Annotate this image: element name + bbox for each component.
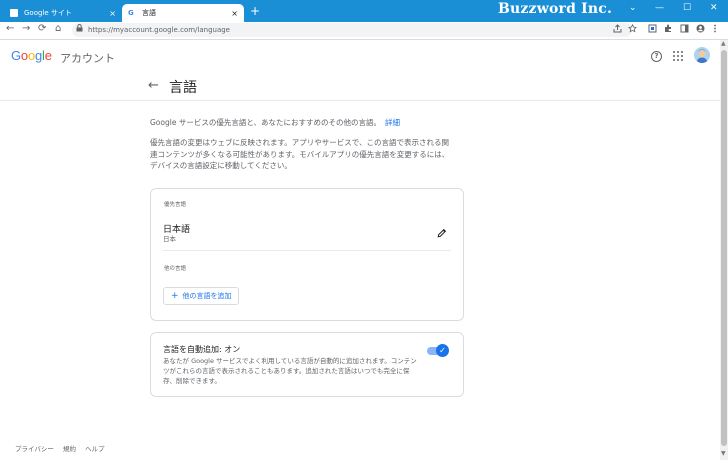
tab-language[interactable]: G 言語 × — [122, 4, 244, 22]
divider — [163, 250, 451, 251]
window-titlebar: Google サイト × G 言語 × + Buzzword Inc. ⌄ — … — [0, 0, 728, 22]
url-text: https://myaccount.google.com/language — [88, 26, 230, 34]
add-language-label: 他の言語を追加 — [182, 292, 232, 300]
star-icon[interactable] — [628, 23, 637, 36]
address-bar[interactable]: https://myaccount.google.com/language — [72, 23, 632, 37]
tab-close-icon[interactable]: × — [109, 9, 116, 18]
description-text: 優先言語の変更はウェブに反映されます。アプリやサービスで、この言語で表示される関… — [150, 138, 450, 170]
tab-close-icon[interactable]: × — [231, 9, 238, 18]
tab-search-chevron-icon[interactable]: ⌄ — [629, 3, 637, 13]
back-arrow-icon[interactable]: ← — [148, 78, 159, 93]
check-icon: ✓ — [436, 344, 449, 357]
logo-letter: e — [44, 48, 52, 63]
lock-icon — [76, 23, 83, 37]
plus-icon: + — [171, 291, 179, 301]
preferred-language-region: 日本 — [163, 235, 176, 243]
intro-text: Google サービスの優先言語と、あなたにおすすめのその他の言語。 詳細 — [150, 117, 450, 129]
close-window-button[interactable]: ✕ — [710, 3, 718, 13]
google-favicon-icon: G — [128, 9, 134, 17]
watermark-brand: Buzzword Inc. — [498, 1, 613, 17]
scroll-up-icon[interactable]: ▲ — [721, 40, 726, 47]
tab-title: 言語 — [142, 9, 156, 17]
help-icon[interactable]: ? — [651, 51, 662, 62]
apps-grid-icon[interactable] — [673, 51, 683, 61]
new-tab-button[interactable]: + — [250, 4, 260, 18]
minimize-button[interactable]: — — [655, 3, 664, 13]
avatar[interactable] — [694, 47, 710, 63]
share-icon[interactable] — [613, 24, 622, 36]
auto-add-description: あなたが Google サービスでよく利用している言語が自動的に追加されます。コ… — [163, 357, 417, 385]
account-label: アカウント — [60, 52, 115, 65]
logo-letter: G — [11, 48, 21, 63]
reload-icon[interactable]: ⟳ — [38, 23, 46, 34]
page-title: 言語 — [169, 80, 197, 96]
browser-toolbar: ← → ⟳ ⌂ https://myaccount.google.com/lan… — [0, 22, 728, 40]
footer-link-help[interactable]: ヘルプ — [85, 443, 105, 453]
google-sites-favicon-icon — [10, 9, 18, 17]
logo-letter: o — [20, 48, 28, 63]
footer-link-terms[interactable]: 規約 — [63, 443, 76, 453]
intro-sentence: Google サービスの優先言語と、あなたにおすすめのその他の言語。 — [150, 118, 382, 127]
google-logo[interactable]: Google — [11, 48, 52, 63]
puzzle-icon[interactable] — [664, 24, 673, 36]
logo-letter: g — [34, 48, 43, 63]
edit-pencil-icon[interactable] — [437, 223, 447, 242]
footer-link-privacy[interactable]: プライバシー — [15, 443, 54, 453]
home-icon[interactable]: ⌂ — [55, 23, 61, 34]
auto-add-toggle[interactable]: ✓ — [427, 344, 449, 357]
forward-nav-icon[interactable]: → — [22, 23, 30, 34]
logo-letter: o — [27, 48, 35, 63]
languages-card: 優先言語 日本語 日本 他の言語 + 他の言語を追加 — [150, 188, 464, 321]
scrollbar[interactable]: ▲ ▼ — [720, 40, 728, 460]
back-nav-icon[interactable]: ← — [6, 23, 14, 34]
tab-title: Google サイト — [24, 9, 72, 17]
sidepanel-icon[interactable] — [680, 24, 689, 36]
extension-icon[interactable] — [648, 24, 657, 36]
scrollbar-thumb[interactable] — [721, 50, 727, 446]
scroll-down-icon[interactable]: ▼ — [721, 450, 726, 457]
auto-add-title: 言語を自動追加: オン — [163, 345, 241, 354]
profile-icon[interactable] — [696, 24, 705, 36]
maximize-button[interactable]: ☐ — [683, 3, 691, 13]
add-language-button[interactable]: + 他の言語を追加 — [163, 287, 239, 305]
details-link[interactable]: 詳細 — [385, 118, 400, 127]
tab-google-sites[interactable]: Google サイト × — [4, 4, 122, 22]
auto-add-card: 言語を自動追加: オン あなたが Google サービスでよく利用している言語が… — [150, 332, 464, 397]
menu-icon[interactable] — [713, 24, 717, 36]
preferred-language-label: 優先言語 — [164, 202, 187, 208]
other-languages-label: 他の言語 — [164, 266, 187, 272]
